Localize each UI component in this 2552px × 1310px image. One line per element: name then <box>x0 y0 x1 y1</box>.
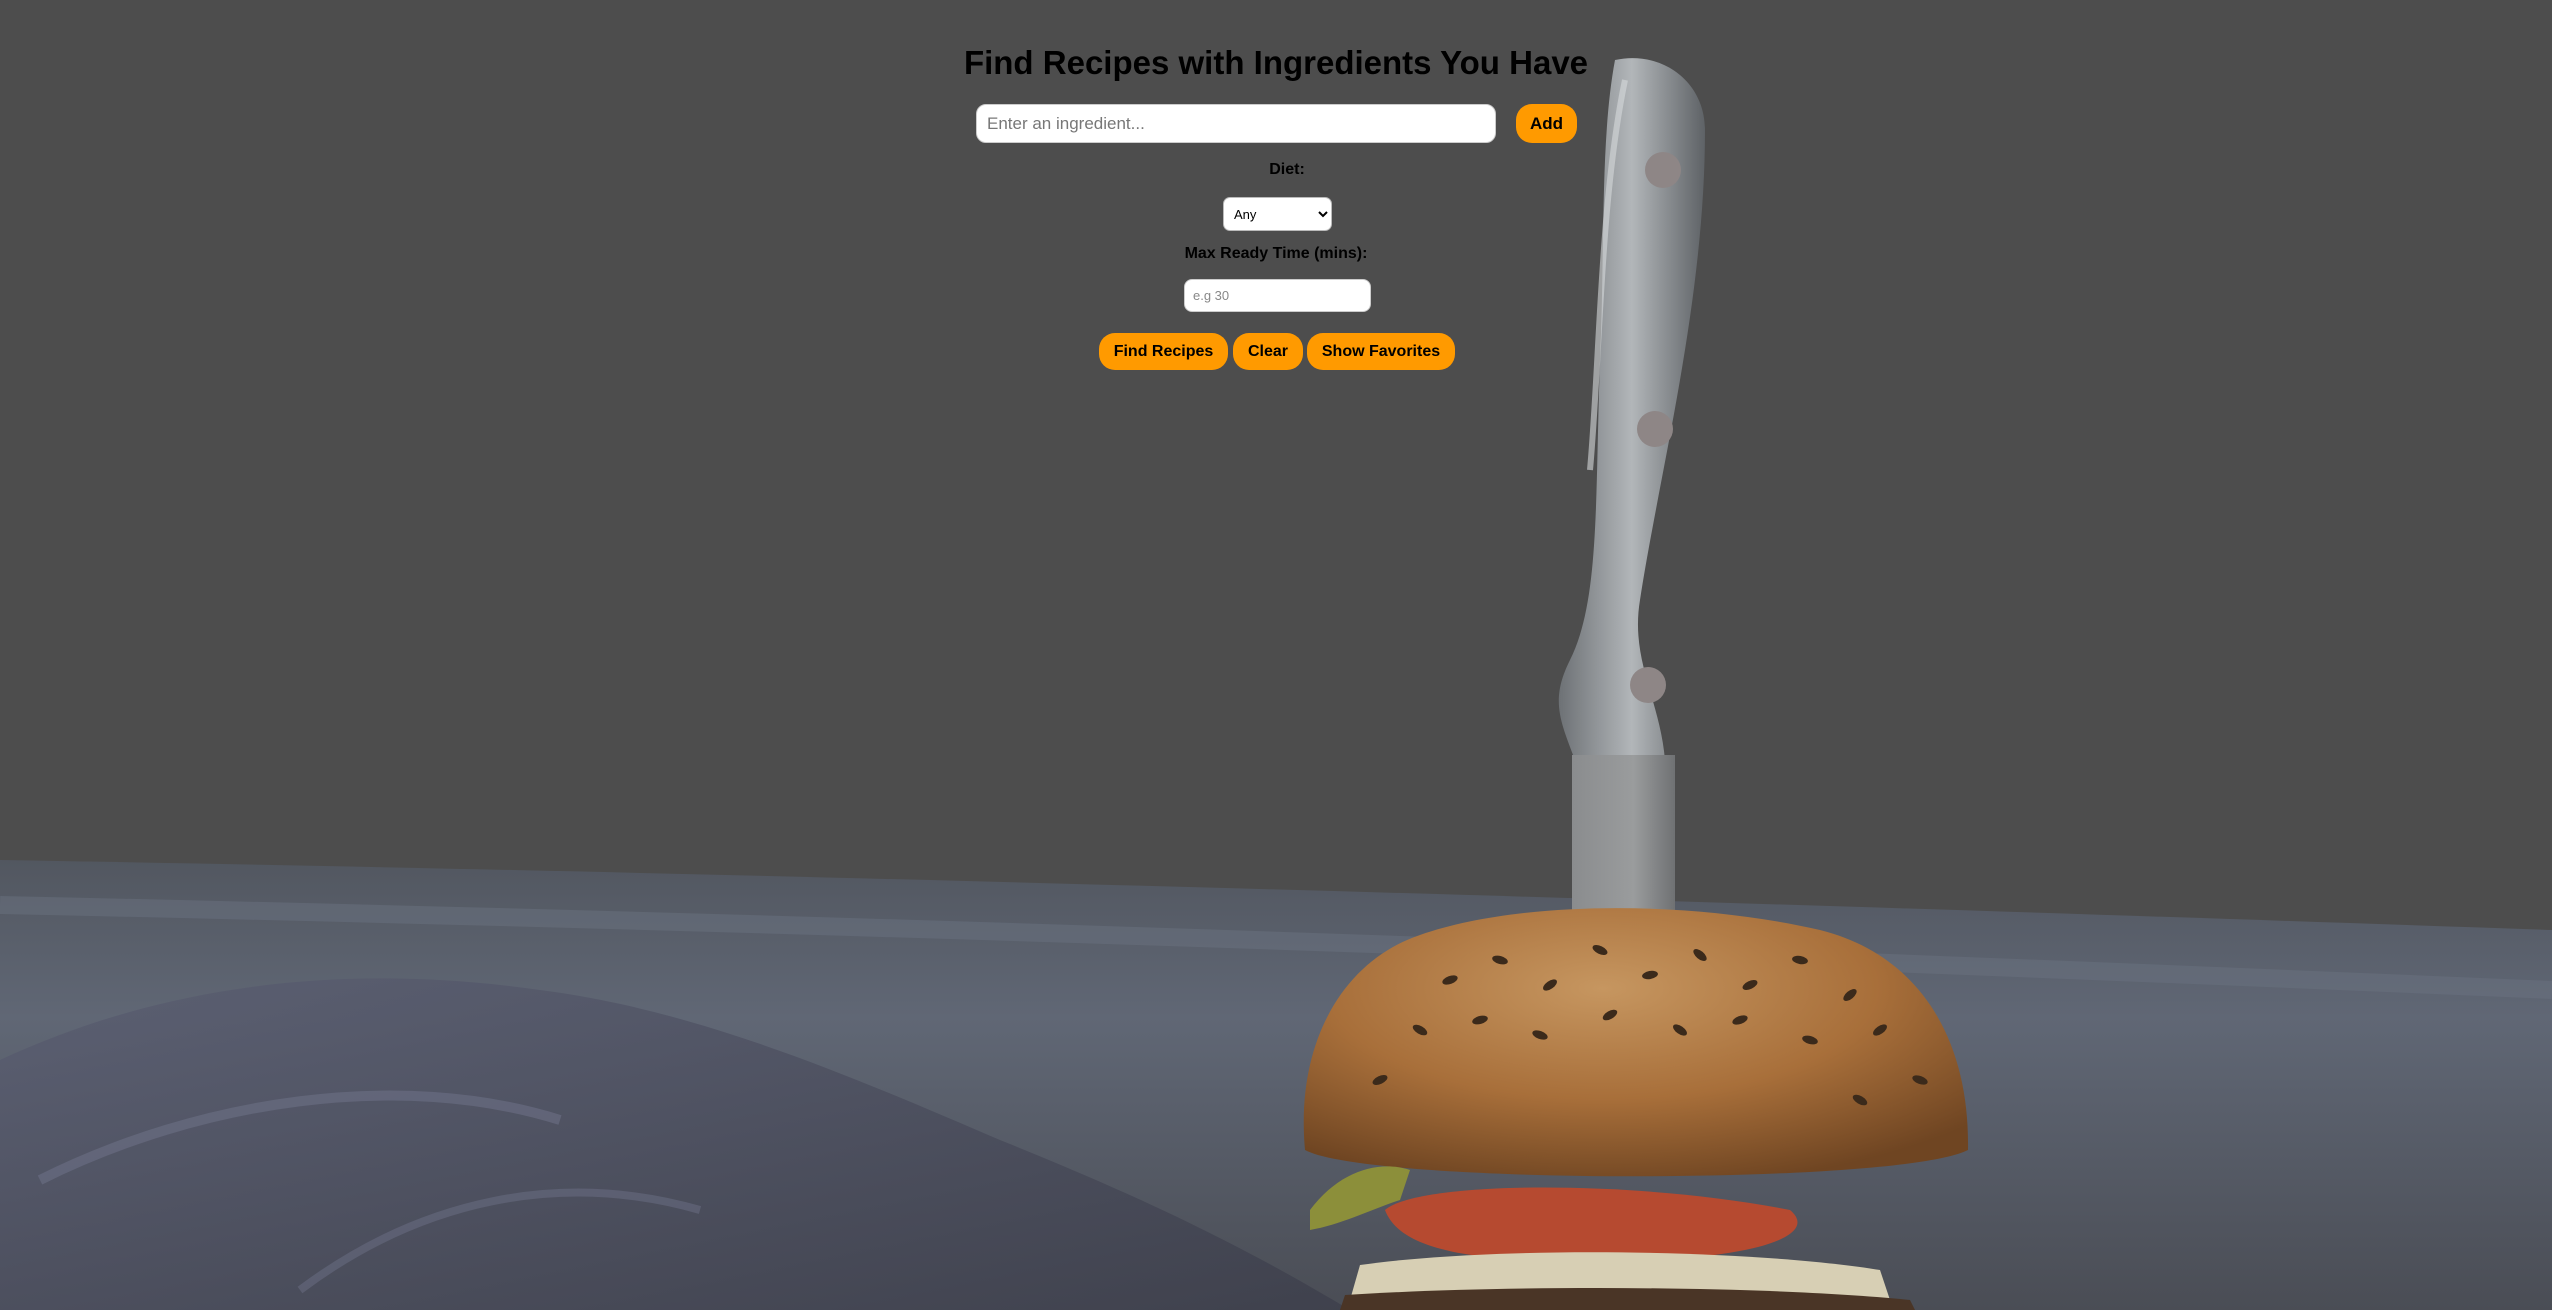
page-title: Find Recipes with Ingredients You Have <box>963 44 1589 81</box>
ingredient-input[interactable] <box>976 104 1496 143</box>
max-ready-time-label: Max Ready Time (mins): <box>1184 245 1368 262</box>
page: Find Recipes with Ingredients You Have A… <box>0 0 2552 1310</box>
find-recipes-button[interactable]: Find Recipes <box>1099 333 1228 370</box>
diet-select[interactable]: Any <box>1223 197 1332 231</box>
show-favorites-button[interactable]: Show Favorites <box>1307 333 1455 370</box>
clear-button[interactable]: Clear <box>1233 333 1303 370</box>
max-ready-time-input[interactable] <box>1184 279 1371 312</box>
diet-label: Diet: <box>1269 161 1305 178</box>
add-ingredient-button[interactable]: Add <box>1516 104 1577 143</box>
